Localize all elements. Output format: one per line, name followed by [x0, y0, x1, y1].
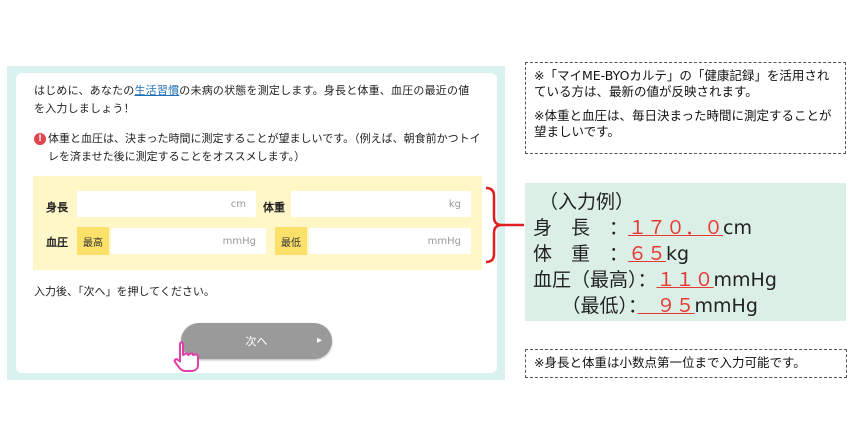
note-box-decimal: ※身長と体重は小数点第一位まで入力可能です。	[525, 349, 847, 378]
example-height-unit: cm	[723, 217, 752, 239]
pointing-hand-icon	[173, 341, 199, 372]
example-bp-high-value: １１０	[656, 269, 714, 291]
notice-text: 体重と血圧は、決まった時間に測定することが望ましいです。（例えば、朝食前かつトイ…	[48, 132, 481, 163]
weight-input[interactable]: kg	[291, 191, 471, 217]
exclamation-icon: !	[34, 133, 46, 145]
height-label: 身長	[46, 201, 68, 214]
example-height-value: １７０．０	[628, 217, 724, 239]
note-measure-time: ※体重と血圧は、毎日決まった時間に測定することが望ましいです。	[534, 108, 832, 139]
note-latest-values: ※「マイME-BYOカルテ」の「健康記録」を活用されている方は、最新の値が反映さ…	[534, 68, 830, 99]
note-box-records: ※「マイME-BYOカルテ」の「健康記録」を活用されている方は、最新の値が反映さ…	[525, 62, 846, 154]
example-bp-low-value: ９５	[637, 295, 695, 317]
intro-text-start: はじめに、あなたの	[34, 84, 135, 97]
after-input-instruction: 入力後、「次へ」を押してください。	[34, 285, 215, 298]
bp-low-label: 最低	[275, 227, 307, 255]
bp-label: 血圧	[46, 236, 68, 249]
weight-unit: kg	[448, 198, 461, 210]
lifestyle-link[interactable]: 生活習慣	[134, 84, 179, 97]
example-title: （入力例）	[539, 191, 635, 213]
example-weight: 体 重 ：６５kg	[533, 239, 689, 266]
bp-high-input[interactable]: mmHg	[111, 228, 266, 254]
example-bp-low: （最低）： ９５mmHg	[533, 291, 758, 318]
height-unit: cm	[230, 198, 246, 210]
weight-label: 体重	[263, 201, 285, 214]
notice: ! 体重と血圧は、決まった時間に測定することが望ましいです。（例えば、朝食前かつ…	[34, 130, 484, 166]
bp-high-unit: mmHg	[222, 235, 256, 247]
example-bp-low-unit: mmHg	[694, 295, 758, 317]
example-height: 身 長 ：１７０．０cm	[533, 213, 752, 240]
example-weight-unit: kg	[666, 243, 690, 265]
bracket-connector	[485, 186, 524, 264]
bp-low-input[interactable]: mmHg	[309, 228, 471, 254]
bp-low-unit: mmHg	[427, 235, 461, 247]
example-weight-label: 体 重 ：	[533, 243, 629, 265]
input-example-box: （入力例） 身 長 ：１７０．０cm 体 重 ：６５kg 血圧（最高）：１１０m…	[525, 183, 846, 321]
example-height-label: 身 長 ：	[533, 217, 629, 239]
chevron-right-icon: ▸	[316, 335, 322, 346]
intro-text: はじめに、あなたの生活習慣の未病の状態を測定します。身長と体重、血圧の最近の値を…	[34, 82, 479, 118]
bp-high-label: 最高	[77, 227, 109, 255]
next-button-label: 次へ	[245, 335, 268, 348]
example-weight-value: ６５	[628, 243, 667, 265]
height-input[interactable]: cm	[77, 191, 256, 217]
example-bp-low-label: （最低）：	[533, 295, 638, 317]
example-bp-high-unit: mmHg	[713, 269, 777, 291]
measurement-form: 身長 cm 体重 kg 血圧 最高 mmHg 最低 mmHg	[33, 176, 482, 270]
example-bp-high-label: 血圧（最高）：	[533, 269, 657, 291]
next-button[interactable]: 次へ ▸	[181, 323, 332, 359]
example-bp-high: 血圧（最高）：１１０mmHg	[533, 265, 777, 292]
